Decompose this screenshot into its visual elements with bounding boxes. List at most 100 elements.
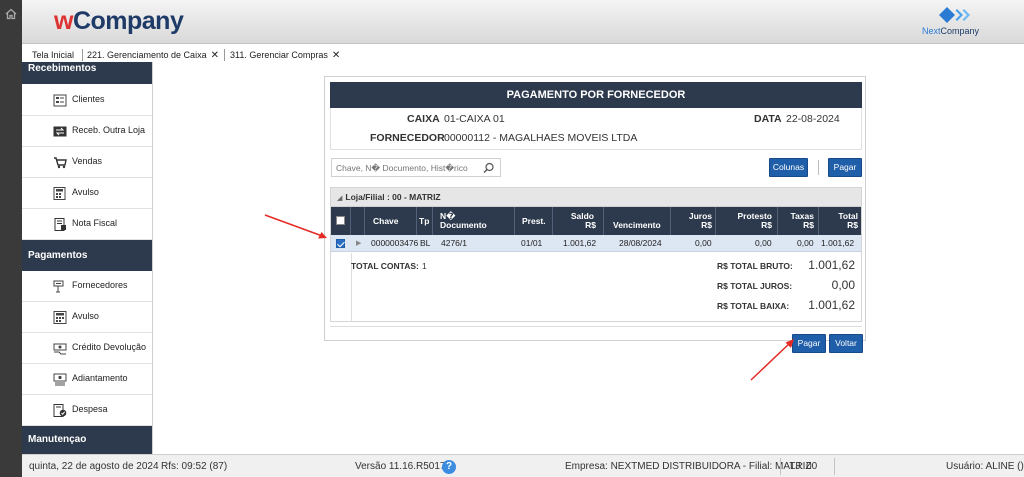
invoice-icon — [54, 218, 66, 231]
total-baixa-label: R$ TOTAL BAIXA: — [717, 301, 790, 311]
section-pagamentos[interactable]: Pagamentos — [22, 240, 152, 271]
expand-row-icon[interactable]: ▶ — [356, 239, 361, 247]
sidebar-item-label: Vendas — [72, 156, 103, 166]
colunas-button[interactable]: Colunas — [769, 158, 808, 177]
col-header-vencimento[interactable]: Vencimento — [604, 207, 671, 235]
status-empresa: Empresa: NEXTMED DISTRIBUIDORA - Filial:… — [565, 461, 812, 472]
main-content: PAGAMENTO POR FORNECEDOR CAIXA 01-CAIXA … — [153, 62, 1024, 454]
search-input[interactable] — [336, 161, 476, 175]
sidebar-item-clientes[interactable]: Clientes — [22, 85, 152, 116]
section-label: Pagamentos — [28, 250, 88, 261]
search-box[interactable] — [331, 158, 501, 177]
cell-total: 1.001,62 — [821, 238, 855, 248]
status-version: Versão 11.16.R5017 — [355, 461, 446, 472]
total-juros-value: 0,00 — [831, 278, 855, 292]
nextcompany-logo: NextCompany — [922, 6, 986, 38]
sidebar-item-adiantamento[interactable]: Adiantamento — [22, 364, 152, 395]
sidebar-item-nota-fiscal[interactable]: Nota Fiscal — [22, 209, 152, 240]
users-list-icon — [53, 94, 67, 107]
total-baixa-value: 1.001,62 — [808, 298, 855, 312]
transfer-icon — [53, 126, 67, 137]
sidebar-item-vendas[interactable]: Vendas — [22, 147, 152, 178]
status-date: quinta, 22 de agosto de 2024 — [29, 461, 159, 472]
col-header-chave[interactable]: Chave — [365, 207, 417, 235]
close-icon[interactable]: ✕ — [211, 50, 219, 61]
cell-juros: 0,00 — [695, 238, 712, 248]
sidebar-item-label: Adiantamento — [72, 373, 128, 383]
home-icon[interactable] — [5, 8, 17, 20]
help-icon[interactable]: ? — [442, 460, 456, 474]
cell-chave: 0000003476 — [371, 238, 419, 248]
column-header-row: Chave Tp N� Documento Prest. Saldo R$ Venc… — [331, 207, 861, 235]
tab-label: 311. Gerenciar Compras — [230, 50, 328, 60]
close-icon[interactable]: ✕ — [332, 50, 340, 61]
row-checkbox[interactable] — [336, 239, 345, 248]
tab-label: Tela Inicial — [32, 50, 75, 60]
panel-footer-divider — [330, 326, 862, 327]
data-label: DATA — [754, 113, 782, 125]
status-rfs: Rfs: 09:52 (87) — [161, 461, 228, 472]
section-label: Manutençao — [28, 434, 87, 445]
status-divider — [780, 458, 781, 475]
sidebar-item-fornecedores[interactable]: Fornecedores — [22, 271, 152, 302]
nextcompany-logo-icon — [939, 7, 970, 23]
sidebar-item-pag-avulso[interactable]: Avulso — [22, 302, 152, 333]
sidebar-item-label: Avulso — [72, 311, 99, 321]
col-header-saldo[interactable]: Saldo R$ — [553, 207, 604, 235]
caixa-label: CAIXA — [407, 113, 440, 125]
search-icon[interactable] — [483, 162, 495, 174]
tab-gerenciamento-caixa[interactable]: 221. Gerenciamento de Caixa ✕ — [83, 48, 223, 62]
fornecedor-value: 00000112 - MAGALHAES MOVEIS LTDA — [444, 132, 638, 144]
fornecedor-label: FORNECEDOR — [370, 132, 445, 144]
expand-col-header — [351, 207, 365, 235]
annotation-arrow-checkbox — [264, 214, 327, 239]
sidebar-item-despesa[interactable]: Despesa — [22, 395, 152, 426]
status-loja: LJ: 00 — [790, 461, 818, 472]
calculator-icon — [53, 187, 66, 200]
pagamento-fornecedor-panel: PAGAMENTO POR FORNECEDOR CAIXA 01-CAIXA … — [324, 76, 866, 353]
accounts-grid: ◢ Loja/Filial : 00 - MATRIZ Chave Tp N� Do… — [330, 187, 862, 322]
pagar-top-button[interactable]: Pagar — [828, 158, 862, 177]
col-header-protesto[interactable]: Protesto R$ — [716, 207, 778, 235]
section-recebimentos[interactable]: Recebimentos — [22, 62, 152, 84]
total-bruto-value: 1.001,62 — [808, 258, 855, 272]
tab-label: 221. Gerenciamento de Caixa — [87, 50, 207, 60]
sidebar-item-label: Despesa — [72, 404, 108, 414]
section-manutencao[interactable]: Manutençao — [22, 426, 152, 454]
col-header-prest[interactable]: Prest. — [515, 207, 553, 235]
voltar-button[interactable]: Voltar — [829, 334, 863, 353]
col-header-total[interactable]: Total R$ — [819, 207, 861, 235]
calculator-icon — [53, 311, 67, 324]
col-header-taxas[interactable]: Taxas R$ — [778, 207, 819, 235]
wcompany-logo: wCompany — [54, 7, 184, 35]
table-row[interactable]: ▶ 0000003476 BL 4276/1 01/01 1.001,62 28… — [331, 235, 861, 252]
status-divider — [834, 458, 835, 475]
tab-tela-inicial[interactable]: Tela Inicial — [28, 48, 78, 62]
collapse-triangle-icon[interactable]: ◢ — [337, 195, 342, 202]
total-bruto-label: R$ TOTAL BRUTO: — [717, 261, 793, 271]
col-header-juros[interactable]: Juros R$ — [671, 207, 716, 235]
section-label: Recebimentos — [28, 63, 97, 74]
nextcompany-wordmark: NextCompany — [922, 26, 980, 36]
select-all-checkbox[interactable] — [336, 216, 345, 225]
advance-icon — [53, 373, 67, 386]
sidebar-item-label: Nota Fiscal — [72, 218, 118, 228]
group-header[interactable]: ◢ Loja/Filial : 00 - MATRIZ — [331, 188, 861, 207]
sidebar-item-label: Fornecedores — [72, 280, 128, 290]
panel-title: PAGAMENTO POR FORNECEDOR — [330, 82, 862, 108]
sidebar-item-credito-devolucao[interactable]: Crédito Devolução — [22, 333, 152, 364]
sidebar-item-avulso[interactable]: Avulso — [22, 178, 152, 209]
sidebar-item-label: Receb. Outra Loja — [72, 125, 146, 135]
data-value: 22-08-2024 — [786, 113, 840, 125]
tab-bar: Tela Inicial 221. Gerenciamento de Caixa… — [22, 44, 1024, 62]
caixa-value: 01-CAIXA 01 — [444, 113, 505, 125]
cell-saldo: 1.001,62 — [563, 238, 597, 248]
annotation-arrow-pagar — [750, 339, 794, 381]
col-header-documento[interactable]: N� Documento — [433, 207, 515, 235]
sidebar-item-receb-outra-loja[interactable]: Receb. Outra Loja — [22, 116, 152, 147]
info-box: CAIXA 01-CAIXA 01 DATA 22-08-2024 FORNEC… — [330, 108, 862, 150]
total-contas-label: TOTAL CONTAS: — [351, 261, 419, 271]
status-bar: quinta, 22 de agosto de 2024 Rfs: 09:52 … — [22, 454, 1024, 477]
tab-gerenciar-compras[interactable]: 311. Gerenciar Compras ✕ — [226, 48, 344, 62]
col-header-tp[interactable]: Tp — [417, 207, 433, 235]
